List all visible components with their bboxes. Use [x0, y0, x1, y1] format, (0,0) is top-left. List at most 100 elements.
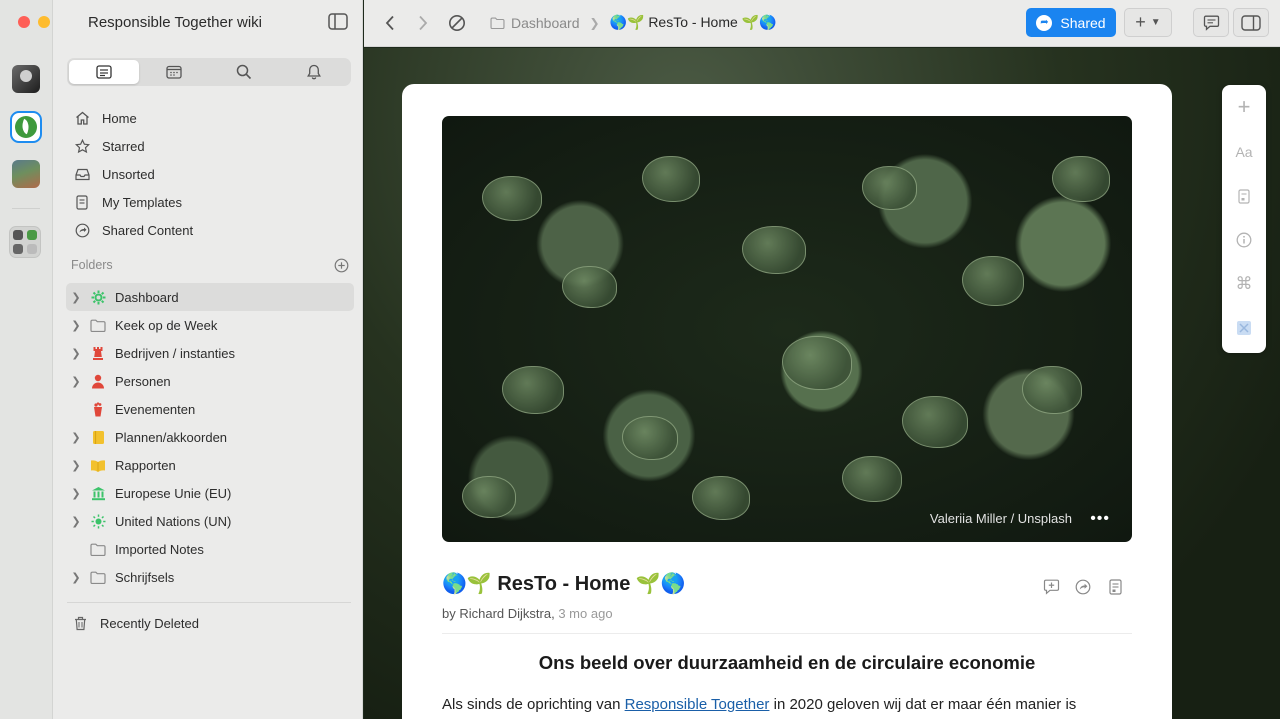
sidebar-item-unsorted[interactable]: Unsorted	[71, 160, 351, 188]
mini-cover-icon[interactable]	[1234, 318, 1254, 338]
sidebar-nav: Home Starred Unsorted My Templates Share…	[71, 104, 351, 244]
document-icon[interactable]	[1234, 186, 1254, 206]
chevron-right-icon[interactable]: ❯	[69, 291, 83, 304]
breadcrumb-current[interactable]: 🌎🌱 ResTo - Home 🌱🌎	[610, 14, 777, 31]
folder-label: Europese Unie (EU)	[115, 485, 232, 501]
add-folder-icon[interactable]	[334, 258, 349, 273]
sidebar: Responsible Together wiki Home Starred U…	[53, 0, 363, 719]
folder-label: Rapporten	[115, 457, 176, 473]
chevron-right-icon[interactable]: ❯	[69, 571, 83, 584]
share-icon[interactable]	[1074, 578, 1092, 596]
breadcrumb: Dashboard ❯ 🌎🌱 ResTo - Home 🌱🌎	[490, 14, 777, 31]
chevron-right-icon[interactable]: ❯	[69, 319, 83, 332]
plus-icon[interactable]: +	[1234, 94, 1254, 119]
folder-label: United Nations (UN)	[115, 513, 232, 529]
chevron-right-icon[interactable]: ❯	[69, 515, 83, 528]
cover-more-icon[interactable]: •••	[1090, 510, 1110, 528]
sidebar-item-shared-content[interactable]: Shared Content	[71, 216, 351, 244]
section-heading[interactable]: Ons beeld over duurzaamheid en de circul…	[442, 652, 1132, 674]
document-title[interactable]: 🌎🌱 ResTo - Home 🌱🌎	[442, 571, 686, 596]
rail-divider	[12, 208, 40, 209]
calendar-icon[interactable]	[139, 60, 209, 84]
breadcrumb-parent[interactable]: Dashboard	[511, 15, 580, 31]
shared-button[interactable]: ➦ Shared	[1026, 8, 1116, 37]
sidebar-item-label: Starred	[102, 138, 145, 154]
minimize-window-button[interactable]	[38, 16, 50, 28]
space-3-icon[interactable]	[12, 160, 40, 188]
body-paragraph[interactable]: Als sinds de oprichting van Responsible …	[442, 696, 1132, 713]
bell-icon[interactable]	[279, 60, 349, 84]
main-content: Valeriia Miller / Unsplash ••• 🌎🌱 ResTo …	[364, 48, 1280, 719]
sidebar-right-icon	[1241, 14, 1261, 31]
info-icon[interactable]	[1234, 230, 1254, 250]
sidebar-tabs	[67, 58, 351, 86]
sidebar-toggle-icon[interactable]	[328, 13, 348, 30]
inspector-toggle-button[interactable]	[1233, 8, 1269, 37]
folder-imported-notes[interactable]: Imported Notes	[66, 535, 354, 563]
folder-dashboard[interactable]: ❯ Dashboard	[66, 283, 354, 311]
byline-prefix: by	[442, 606, 456, 621]
sidebar-item-home[interactable]: Home	[71, 104, 351, 132]
folder-plannen-akkoorden[interactable]: ❯ Plannen/akkoorden	[66, 423, 354, 451]
add-menu-button[interactable]: + ▼	[1124, 8, 1172, 37]
comments-button[interactable]	[1193, 8, 1229, 37]
author-name[interactable]: Richard Dijkstra	[459, 606, 551, 621]
chevron-right-icon[interactable]: ❯	[69, 431, 83, 444]
shared-label: Shared	[1060, 14, 1106, 31]
folder-label: Dashboard	[115, 289, 179, 305]
folder-label: Bedrijven / instanties	[115, 345, 235, 361]
window-title: Responsible Together wiki	[88, 14, 262, 31]
command-icon[interactable]: ⌘	[1234, 274, 1254, 294]
folders-label: Folders	[71, 258, 113, 272]
gear-icon	[90, 289, 106, 305]
chevron-right-icon[interactable]: ❯	[69, 487, 83, 500]
folder-icon	[490, 17, 505, 29]
folder-label: Plannen/akkoorden	[115, 429, 228, 445]
chevron-right-icon[interactable]: ❯	[69, 347, 83, 360]
space-2-icon[interactable]	[10, 111, 42, 143]
folder-label: Personen	[115, 373, 171, 389]
folder-personen[interactable]: ❯ Personen	[66, 367, 354, 395]
notebook-icon	[90, 429, 106, 445]
chess-rook-icon	[90, 345, 106, 361]
star-icon	[74, 138, 90, 154]
notes-icon[interactable]	[69, 60, 139, 84]
space-4-icon[interactable]	[9, 226, 41, 258]
sidebar-item-starred[interactable]: Starred	[71, 132, 351, 160]
document-actions	[1042, 578, 1124, 596]
byline: by Richard Dijkstra, 3 mo ago	[442, 606, 613, 621]
sidebar-item-my-templates[interactable]: My Templates	[71, 188, 351, 216]
folder-evenementen[interactable]: Evenementen	[66, 395, 354, 423]
document-info-icon[interactable]	[1106, 578, 1124, 596]
folder-label: Keek op de Week	[115, 317, 218, 333]
folder-keek-op-de-week[interactable]: ❯ Keek op de Week	[66, 311, 354, 339]
cover-image[interactable]: Valeriia Miller / Unsplash •••	[442, 116, 1132, 542]
sidebar-item-recently-deleted[interactable]: Recently Deleted	[74, 610, 199, 636]
close-window-button[interactable]	[18, 16, 30, 28]
add-comment-icon[interactable]	[1042, 578, 1060, 596]
folder-bedrijven-instanties[interactable]: ❯ Bedrijven / instanties	[66, 339, 354, 367]
chevron-down-icon: ▼	[1150, 17, 1161, 28]
back-icon[interactable]	[379, 12, 401, 34]
space-1-icon[interactable]	[12, 65, 40, 93]
folder-europese-unie[interactable]: ❯ Europese Unie (EU)	[66, 479, 354, 507]
sidebar-item-label: Home	[102, 110, 137, 126]
search-icon[interactable]	[209, 60, 279, 84]
cover-credit[interactable]: Valeriia Miller / Unsplash	[930, 511, 1072, 526]
folder-icon	[90, 569, 106, 585]
sidebar-item-label: My Templates	[102, 194, 182, 210]
folder-label: Schrijfsels	[115, 569, 175, 585]
forward-icon[interactable]	[412, 12, 434, 34]
chevron-right-icon[interactable]: ❯	[69, 375, 83, 388]
person-icon	[90, 373, 106, 389]
sync-icon[interactable]	[446, 12, 468, 34]
chevron-right-icon[interactable]: ❯	[69, 459, 83, 472]
share-icon	[74, 222, 90, 238]
font-icon[interactable]: Aa	[1234, 142, 1254, 162]
folder-schrijfsels[interactable]: ❯ Schrijfsels	[66, 563, 354, 591]
folder-rapporten[interactable]: ❯ Rapporten	[66, 451, 354, 479]
folder-united-nations[interactable]: ❯ United Nations (UN)	[66, 507, 354, 535]
responsible-together-link[interactable]: Responsible Together	[625, 696, 770, 713]
folder-icon	[90, 317, 106, 333]
modified-time: 3 mo ago	[558, 606, 613, 621]
